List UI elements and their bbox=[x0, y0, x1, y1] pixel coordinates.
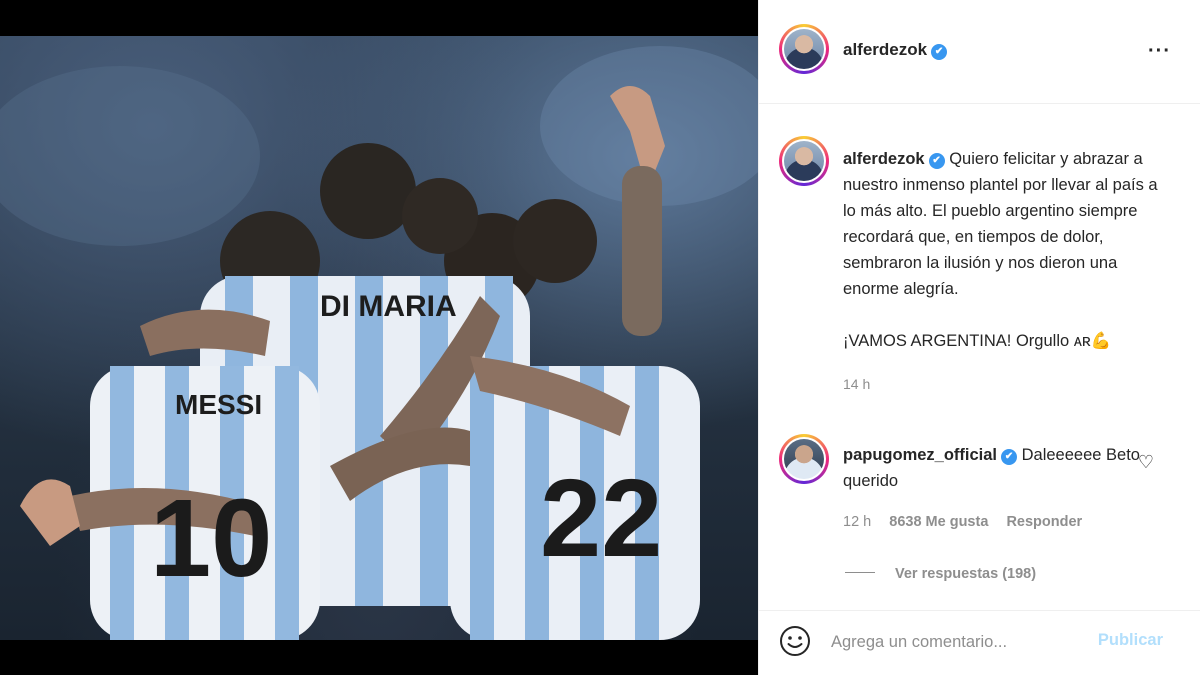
caption-author-username[interactable]: alferdezok ✔ bbox=[843, 150, 949, 169]
view-replies-button[interactable]: Ver respuestas (198) bbox=[845, 566, 1036, 582]
jersey-name-messi: MESSI bbox=[175, 389, 262, 420]
comment-likes[interactable]: 8638 Me gusta bbox=[889, 514, 988, 530]
comment-input[interactable] bbox=[831, 629, 1091, 655]
caption-timestamp[interactable]: 14 h bbox=[843, 376, 870, 392]
jersey-number-10: 10 bbox=[150, 477, 272, 600]
heart-icon[interactable]: ♡ bbox=[1138, 452, 1154, 473]
comment-timestamp[interactable]: 12 h bbox=[843, 514, 871, 530]
comment-composer: Publicar bbox=[759, 610, 1200, 675]
more-options-icon[interactable]: ··· bbox=[1148, 40, 1171, 63]
jersey-name-dimaria: DI MARIA bbox=[320, 290, 457, 323]
jersey-number-22: 22 bbox=[540, 457, 662, 580]
caption-author-avatar[interactable] bbox=[779, 136, 829, 186]
post-caption: alferdezok ✔ Quiero felicitar y abrazar a… bbox=[843, 146, 1163, 354]
verified-badge-icon: ✔ bbox=[1001, 449, 1018, 465]
reply-button[interactable]: Responder bbox=[1006, 514, 1082, 530]
commenter-username[interactable]: papugomez_official ✔ bbox=[843, 446, 1018, 465]
jersey-print-layer: DI MARIA MESSI 10 22 bbox=[150, 290, 662, 600]
publish-button[interactable]: Publicar bbox=[1098, 631, 1163, 650]
comment: papugomez_official ✔ Daleeeeee Beto queri… bbox=[843, 442, 1143, 494]
caption-text: Quiero felicitar y abrazar a nuestro inm… bbox=[843, 150, 1158, 298]
post-header: alferdezok ✔ ··· bbox=[759, 0, 1200, 104]
post-photo[interactable]: DI MARIA MESSI 10 22 bbox=[0, 36, 758, 640]
verified-badge-icon: ✔ bbox=[931, 44, 948, 60]
smiley-icon[interactable] bbox=[779, 625, 811, 657]
media-area: DI MARIA MESSI 10 22 bbox=[0, 0, 758, 675]
commenter-avatar[interactable] bbox=[779, 434, 829, 484]
post-side-panel: alferdezok ✔ ··· alferdezok ✔ Quiero felic… bbox=[758, 0, 1200, 675]
instagram-post-view: DI MARIA MESSI 10 22 alferdezok ✔ ··· alf… bbox=[0, 0, 1200, 675]
verified-badge-icon: ✔ bbox=[928, 153, 945, 169]
author-avatar[interactable] bbox=[779, 24, 829, 74]
comment-meta: 12 h 8638 Me gusta Responder bbox=[843, 514, 1096, 530]
author-username[interactable]: alferdezok ✔ bbox=[843, 40, 948, 60]
caption-text-2: ¡VAMOS ARGENTINA! Orgullo ᴀʀ💪 bbox=[843, 332, 1112, 350]
divider bbox=[845, 572, 875, 573]
